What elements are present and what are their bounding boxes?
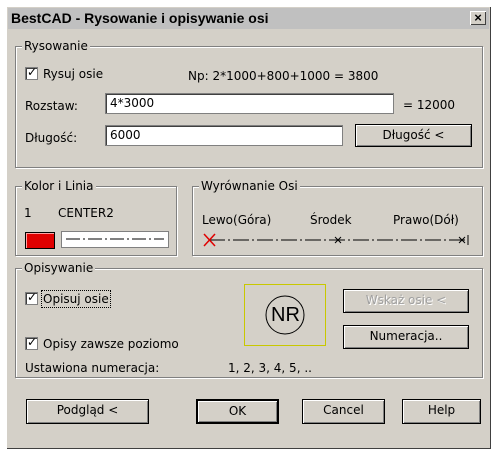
- spacing-input-value: 4*3000: [110, 96, 155, 110]
- spacing-label: Rozstaw:: [25, 99, 78, 113]
- linetype-name: CENTER2: [58, 206, 114, 220]
- draw-axes-label[interactable]: Rysuj osie: [43, 67, 103, 81]
- group-wyrownanie-legend: Wyrównanie Osi: [199, 179, 300, 193]
- group-kolor-legend: Kolor i Linia: [22, 179, 96, 193]
- title-bar[interactable]: BestCAD - Rysowanie i opisywanie osi ×: [8, 8, 489, 29]
- numbering-value: 1, 2, 3, 4, 5, ..: [228, 361, 312, 375]
- group-opisywanie-legend: Opisywanie: [22, 261, 96, 275]
- linetype-button[interactable]: [61, 231, 169, 248]
- cancel-button[interactable]: Cancel: [302, 399, 385, 424]
- example-text: Np: 2*1000+800+1000 = 3800: [188, 69, 379, 83]
- ok-button[interactable]: OK: [196, 399, 279, 424]
- spacing-result: = 12000: [403, 98, 456, 112]
- help-button[interactable]: Help: [402, 399, 481, 424]
- axis-symbol-preview: NR: [244, 284, 326, 346]
- length-label: Długość:: [25, 131, 78, 145]
- numbering-label: Ustawiona numeracja:: [25, 361, 160, 375]
- group-opisywanie: Opisywanie ✓ Opisuj osie ✓ Opisy zawsze …: [15, 261, 483, 378]
- window-title: BestCAD - Rysowanie i opisywanie osi: [11, 10, 269, 26]
- draw-axes-checkbox[interactable]: ✓: [25, 65, 38, 80]
- length-input-value: 6000: [110, 128, 141, 142]
- align-middle-label[interactable]: Środek: [310, 213, 352, 227]
- checkmark-icon: ✓: [27, 290, 38, 304]
- align-right-label[interactable]: Prawo(Dół): [393, 213, 459, 227]
- alignment-preview[interactable]: [201, 230, 473, 250]
- label-axes-label[interactable]: Opisuj osie: [41, 290, 111, 308]
- color-swatch-button[interactable]: [25, 232, 55, 249]
- checkmark-icon: ✓: [27, 65, 38, 79]
- group-wyrownanie: Wyrównanie Osi Lewo(Góra) Środek Prawo(D…: [192, 179, 483, 256]
- align-left-label[interactable]: Lewo(Góra): [202, 213, 271, 227]
- group-rysowanie: Rysowanie ✓ Rysuj osie Np: 2*1000+800+10…: [15, 39, 483, 168]
- point-axes-button[interactable]: Wskaż osie <: [343, 289, 469, 313]
- numbering-button[interactable]: Numeracja..: [343, 325, 469, 349]
- preview-button[interactable]: Podgląd <: [26, 399, 149, 424]
- close-button[interactable]: ×: [470, 11, 486, 25]
- horizontal-labels-label[interactable]: Opisy zawsze poziomo: [43, 337, 179, 351]
- close-icon: ×: [474, 10, 482, 25]
- length-pick-button[interactable]: Długość <: [355, 124, 472, 147]
- horizontal-labels-checkbox[interactable]: ✓: [25, 335, 38, 350]
- length-input[interactable]: 6000: [105, 125, 343, 146]
- spacing-input[interactable]: 4*3000: [105, 93, 394, 114]
- color-index: 1: [24, 206, 32, 220]
- group-kolor-linia: Kolor i Linia 1 CENTER2: [15, 179, 177, 256]
- axis-symbol-text: NR: [271, 304, 300, 326]
- linetype-preview-icon: [66, 238, 164, 240]
- checkmark-icon: ✓: [27, 335, 38, 349]
- group-rysowanie-legend: Rysowanie: [22, 39, 90, 53]
- dialog-window: BestCAD - Rysowanie i opisywanie osi × R…: [6, 6, 491, 449]
- label-axes-checkbox[interactable]: ✓: [25, 290, 38, 305]
